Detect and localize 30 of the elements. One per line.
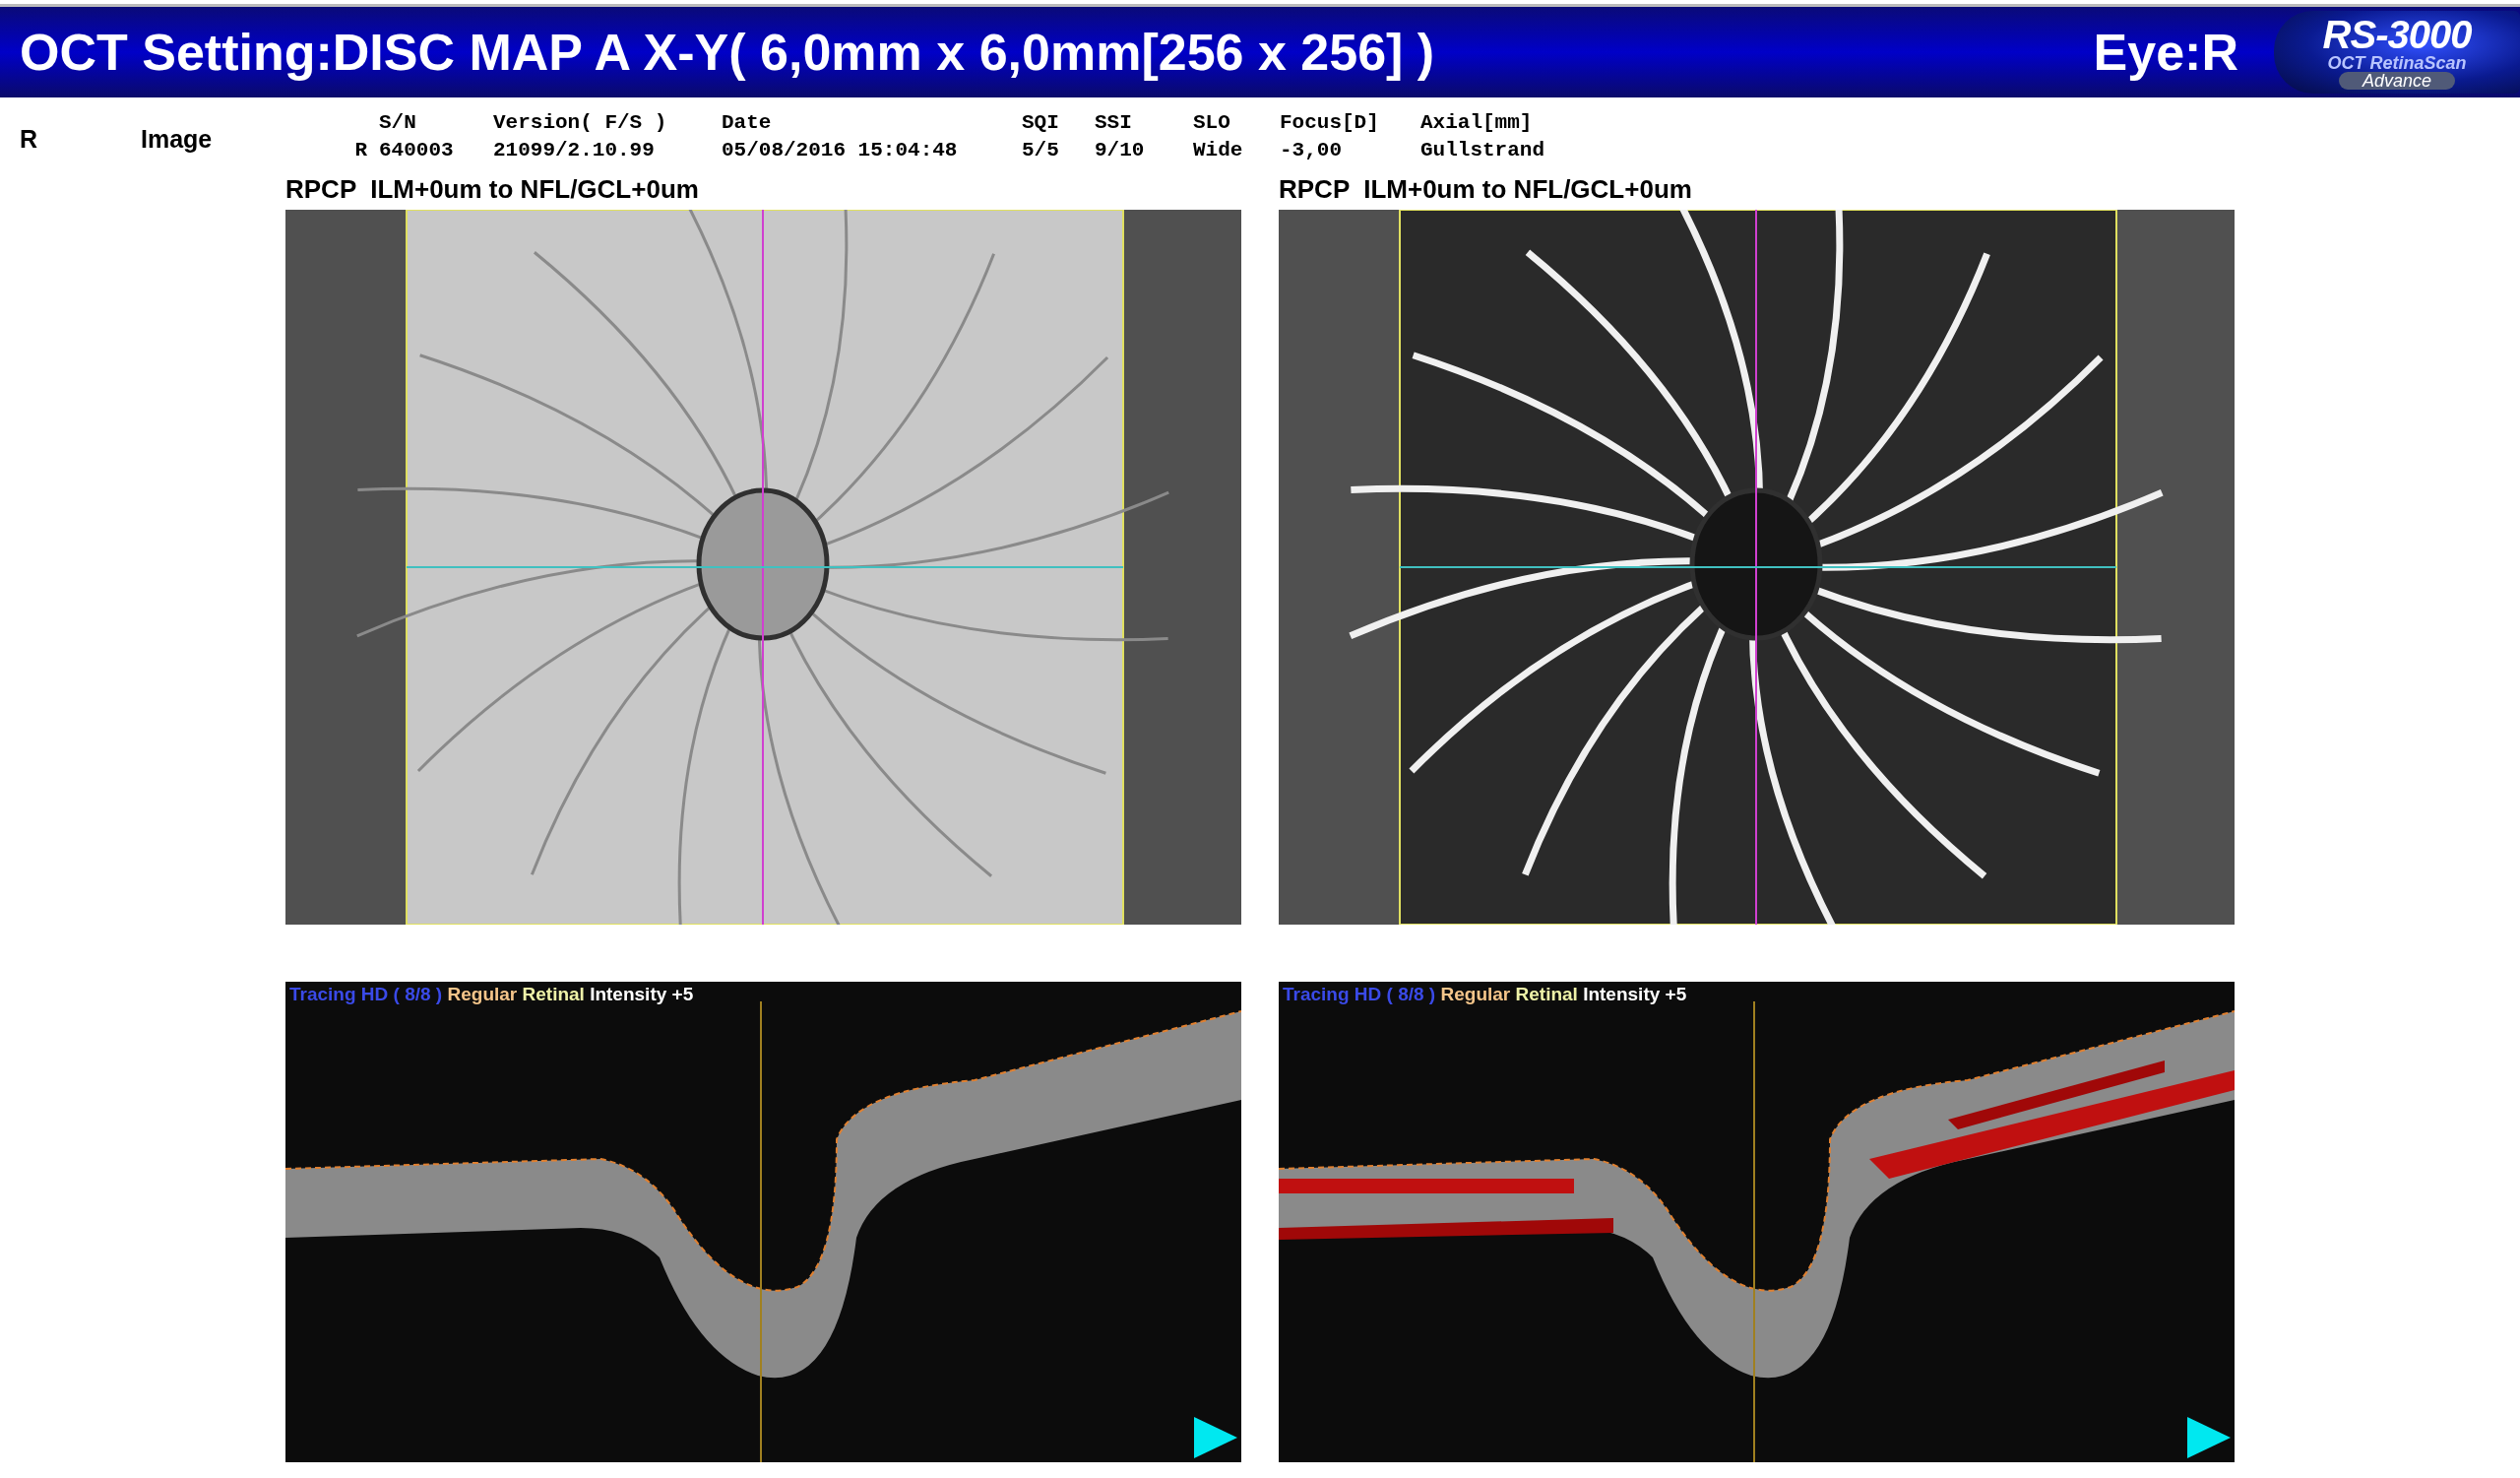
logo-subtitle: OCT RetinaScan [2327,54,2467,72]
info-value: 640003 [379,138,455,163]
info-value: Wide [1193,138,1244,163]
scan-settings-label: Tracing HD ( 8/8 ) Regular Retinal Intensity +5 [1283,984,1687,1005]
info-header: SLO [1193,110,1231,136]
window-title: OCT Setting:DISC MAP A X-Y( 6,0mm x 6,0mm[256 x 256] ) [20,23,1435,82]
info-header: S/N [379,110,417,136]
play-triangle-icon[interactable] [2185,1415,2233,1460]
info-header: Focus[D] [1280,110,1380,136]
info-value: 5/5 [1022,138,1060,163]
logo-model-text: RS-3000 [2322,15,2472,54]
eye-side-label: R [20,125,39,154]
image-label: Image [141,125,214,154]
eye-label: Eye:R [2093,23,2238,82]
logo-edition: Advance [2338,72,2456,90]
info-value: Gullstrand [1420,138,1545,163]
scan-layer-title: RPCP ILM+0um to NFL/GCL+0um [1279,174,1693,206]
info-header: Axial[mm] [1420,110,1534,136]
scan-layer-title: RPCP ILM+0um to NFL/GCL+0um [285,174,700,206]
info-header: SQI [1022,110,1060,136]
info-value: -3,00 [1280,138,1343,163]
info-header: Version( F/S ) [493,110,668,136]
play-triangle-icon[interactable] [1192,1415,1239,1460]
info-value: 21099/2.10.99 [493,138,656,163]
scan-settings-label: Tracing HD ( 8/8 ) Regular Retinal Intensity +5 [289,984,694,1005]
info-value: 9/10 [1095,138,1146,163]
info-value: R [353,138,368,163]
info-header: Date [722,110,773,136]
info-header: SSI [1095,110,1133,136]
info-value: 05/08/2016 15:04:48 [722,138,959,163]
